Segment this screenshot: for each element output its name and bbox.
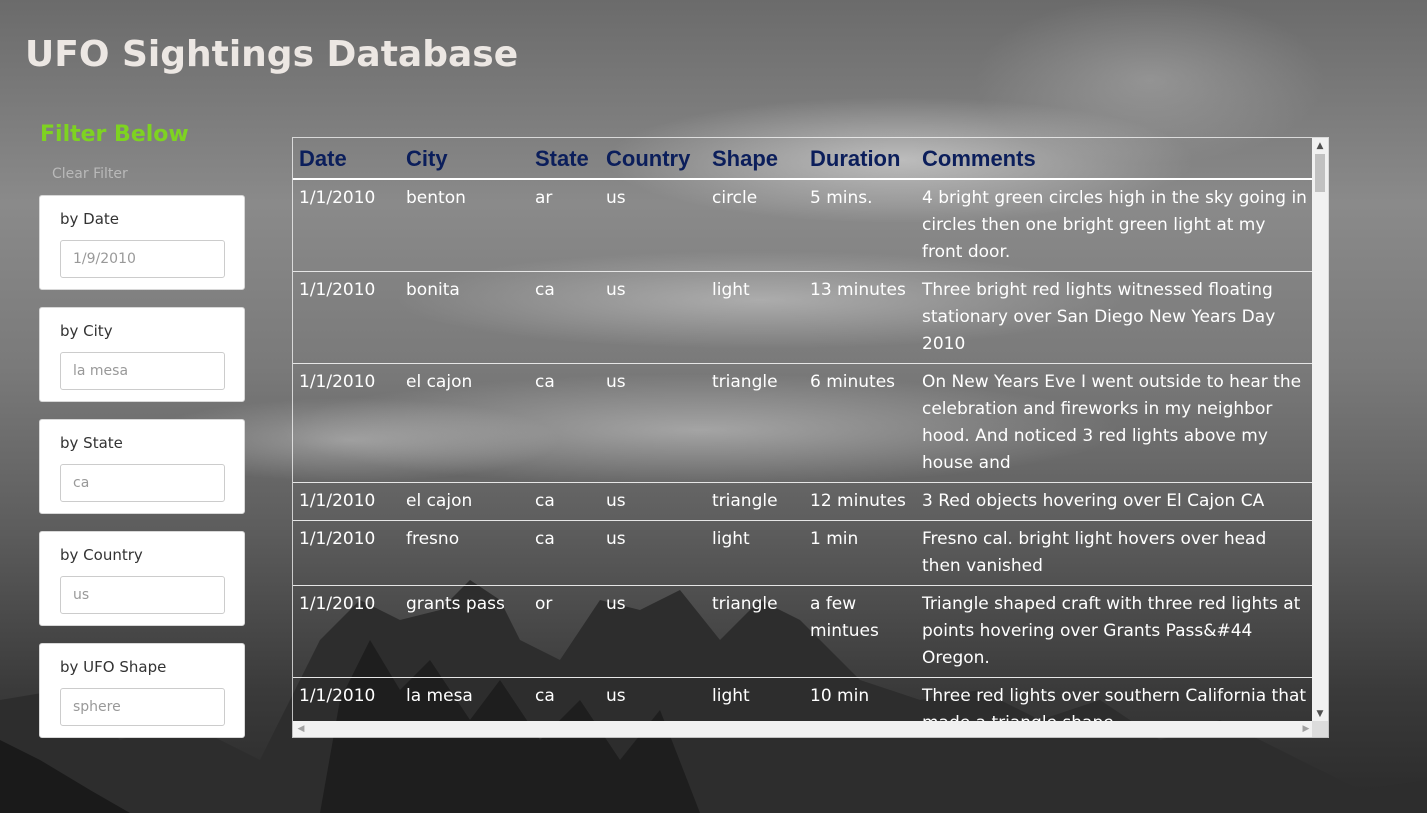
- filter-card-date: by Date: [39, 195, 245, 290]
- table-row: 1/1/2010 el cajon ca us triangle 12 minu…: [293, 482, 1314, 521]
- cell-city: la mesa: [400, 677, 529, 722]
- ufo-table: Date City State Country Shape Duration C…: [293, 138, 1314, 722]
- page-title: UFO Sightings Database: [25, 34, 519, 75]
- filter-heading: Filter Below: [40, 122, 189, 147]
- filter-label-date: by Date: [60, 210, 120, 228]
- cell-duration: 1 min: [804, 520, 916, 586]
- vertical-scrollbar[interactable]: ▲ ▼: [1312, 138, 1328, 722]
- clear-filter-button[interactable]: Clear Filter: [52, 166, 128, 182]
- cell-state: ca: [529, 271, 600, 364]
- cell-country: us: [600, 178, 706, 272]
- cell-shape: circle: [706, 178, 804, 272]
- cell-shape: triangle: [706, 482, 804, 521]
- cell-duration: 10 min: [804, 677, 916, 722]
- table-row: 1/1/2010 fresno ca us light 1 min Fresno…: [293, 520, 1314, 586]
- cell-city: bonita: [400, 271, 529, 364]
- cell-city: el cajon: [400, 482, 529, 521]
- filter-label-country: by Country: [60, 546, 143, 564]
- date-filter-input[interactable]: [60, 240, 225, 278]
- table-header-row: Date City State Country Shape Duration C…: [293, 138, 1314, 180]
- cell-duration: a few mintues: [804, 585, 916, 678]
- cell-state: ca: [529, 482, 600, 521]
- cell-comments: 3 Red objects hovering over El Cajon CA: [916, 482, 1314, 521]
- cell-country: us: [600, 363, 706, 483]
- scroll-up-icon[interactable]: ▲: [1312, 138, 1328, 154]
- header-duration: Duration: [804, 138, 916, 180]
- filter-label-state: by State: [60, 434, 123, 452]
- cell-comments: Fresno cal. bright light hovers over hea…: [916, 520, 1314, 586]
- filter-card-shape: by UFO Shape: [39, 643, 245, 738]
- cell-shape: light: [706, 271, 804, 364]
- cell-city: el cajon: [400, 363, 529, 483]
- table-row: 1/1/2010 benton ar us circle 5 mins. 4 b…: [293, 178, 1314, 272]
- cell-date: 1/1/2010: [293, 178, 400, 272]
- cell-state: ca: [529, 520, 600, 586]
- cell-shape: light: [706, 677, 804, 722]
- cell-state: ca: [529, 677, 600, 722]
- filter-label-city: by City: [60, 322, 113, 340]
- scrollbar-corner: [1312, 721, 1328, 737]
- vertical-scroll-thumb[interactable]: [1315, 154, 1325, 192]
- header-country: Country: [600, 138, 706, 180]
- city-filter-input[interactable]: [60, 352, 225, 390]
- cell-comments: On New Years Eve I went outside to hear …: [916, 363, 1314, 483]
- horizontal-scrollbar[interactable]: ◀ ▶: [293, 721, 1314, 737]
- cell-date: 1/1/2010: [293, 271, 400, 364]
- filter-label-shape: by UFO Shape: [60, 658, 167, 676]
- header-comments: Comments: [916, 138, 1314, 180]
- cell-date: 1/1/2010: [293, 520, 400, 586]
- cell-duration: 13 minutes: [804, 271, 916, 364]
- header-shape: Shape: [706, 138, 804, 180]
- cell-duration: 12 minutes: [804, 482, 916, 521]
- table-row: 1/1/2010 la mesa ca us light 10 min Thre…: [293, 677, 1314, 722]
- table-row: 1/1/2010 bonita ca us light 13 minutes T…: [293, 271, 1314, 364]
- ufo-table-viewport: Date City State Country Shape Duration C…: [293, 138, 1314, 722]
- shape-filter-input[interactable]: [60, 688, 225, 726]
- cell-date: 1/1/2010: [293, 585, 400, 678]
- cell-city: grants pass: [400, 585, 529, 678]
- state-filter-input[interactable]: [60, 464, 225, 502]
- scroll-left-icon[interactable]: ◀: [293, 721, 309, 737]
- cell-date: 1/1/2010: [293, 482, 400, 521]
- cell-state: or: [529, 585, 600, 678]
- scroll-down-icon[interactable]: ▼: [1312, 706, 1328, 722]
- cell-comments: Three red lights over southern Californi…: [916, 677, 1314, 722]
- cell-country: us: [600, 271, 706, 364]
- ufo-table-container[interactable]: Date City State Country Shape Duration C…: [292, 137, 1329, 738]
- table-row: 1/1/2010 el cajon ca us triangle 6 minut…: [293, 363, 1314, 483]
- cell-city: fresno: [400, 520, 529, 586]
- filter-card-state: by State: [39, 419, 245, 514]
- cell-date: 1/1/2010: [293, 677, 400, 722]
- cell-state: ca: [529, 363, 600, 483]
- cell-shape: triangle: [706, 363, 804, 483]
- cell-country: us: [600, 520, 706, 586]
- cell-duration: 5 mins.: [804, 178, 916, 272]
- filter-card-country: by Country: [39, 531, 245, 626]
- table-row: 1/1/2010 grants pass or us triangle a fe…: [293, 585, 1314, 678]
- header-city: City: [400, 138, 529, 180]
- cell-city: benton: [400, 178, 529, 272]
- cell-country: us: [600, 677, 706, 722]
- cell-comments: Three bright red lights witnessed floati…: [916, 271, 1314, 364]
- filter-card-city: by City: [39, 307, 245, 402]
- header-state: State: [529, 138, 600, 180]
- cell-comments: 4 bright green circles high in the sky g…: [916, 178, 1314, 272]
- cell-duration: 6 minutes: [804, 363, 916, 483]
- cell-date: 1/1/2010: [293, 363, 400, 483]
- cell-shape: light: [706, 520, 804, 586]
- cell-state: ar: [529, 178, 600, 272]
- cell-comments: Triangle shaped craft with three red lig…: [916, 585, 1314, 678]
- header-date: Date: [293, 138, 400, 180]
- country-filter-input[interactable]: [60, 576, 225, 614]
- cell-country: us: [600, 585, 706, 678]
- cell-shape: triangle: [706, 585, 804, 678]
- cell-country: us: [600, 482, 706, 521]
